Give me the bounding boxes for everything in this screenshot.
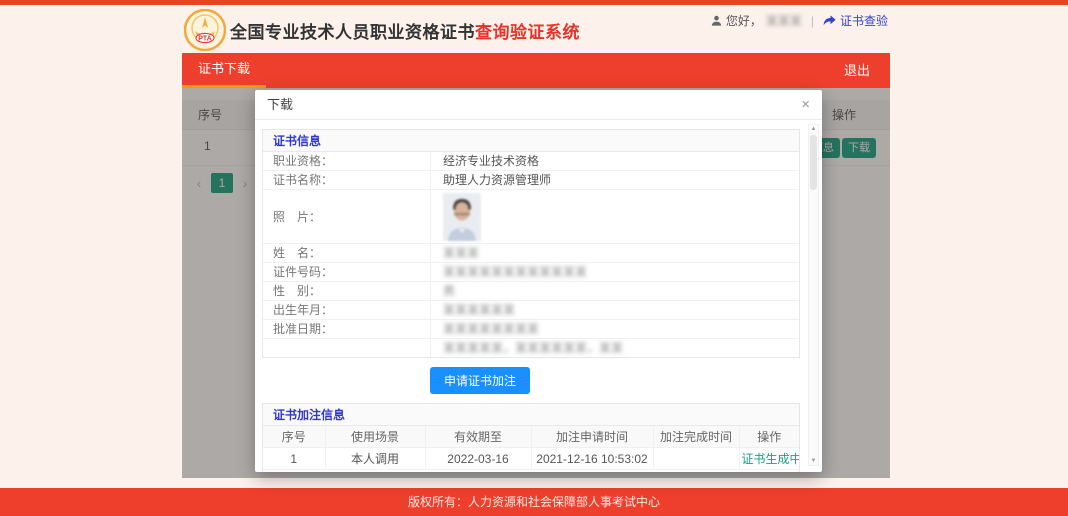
birth-label: 出生年月： <box>263 301 431 319</box>
certificate-info-box: 证书信息 职业资格： 经济专业技术资格 证书名称： 助理人力资源管理师 照 片： <box>262 129 800 358</box>
site-header: PTA 全国专业技术人员职业资格证书查询验证系统 您好， 某某某 | 证书查验 <box>182 5 890 53</box>
pta-logo: PTA <box>184 9 226 51</box>
close-icon[interactable]: × <box>801 90 810 120</box>
username-redacted: 某某某 <box>766 12 802 29</box>
gender-label: 性 别： <box>263 282 431 300</box>
anno-col-complete-time: 加注完成时间 <box>653 426 739 448</box>
name-label: 姓 名： <box>263 244 431 262</box>
info-row-id-number: 证件号码： 某某某某某某某某某某某某 <box>263 263 799 282</box>
qualification-label: 职业资格： <box>263 152 431 170</box>
greeting-text: 您好， <box>726 12 762 29</box>
approval-date-label: 批准日期： <box>263 320 431 338</box>
user-icon <box>711 15 722 26</box>
scrollbar-thumb[interactable] <box>810 135 817 190</box>
modal-pagination: ‹ 1 › 到第 页 确定 共 1 条 5条/页 ▼ <box>263 470 799 472</box>
annotation-info-box: 证书加注信息 序号 使用场景 有效期至 加注申请时间 加注完成时间 操作 1 本… <box>262 403 800 472</box>
site-title: 全国专业技术人员职业资格证书查询验证系统 <box>230 18 580 43</box>
qualification-value: 经济专业技术资格 <box>431 152 799 170</box>
header-links: 您好， 某某某 | 证书查验 <box>711 12 888 29</box>
anno-col-apply-time: 加注申请时间 <box>531 426 653 448</box>
scroll-up-icon[interactable]: ▲ <box>809 126 818 132</box>
modal-title: 下载 <box>267 97 293 112</box>
cert-name-label: 证书名称： <box>263 171 431 189</box>
anno-col-scene: 使用场景 <box>325 426 425 448</box>
logout-button[interactable]: 退出 <box>824 53 890 88</box>
certificate-verification-page: { "header": { "logo_text": "PTA", "title… <box>0 0 1068 516</box>
anno-col-seq: 序号 <box>263 426 325 448</box>
birth-value-redacted: 某某某某某某 <box>443 301 515 319</box>
copyright-text: 版权所有：人力资源和社会保障部人事考试中心 <box>408 495 660 509</box>
info-row-cert-name: 证书名称： 助理人力资源管理师 <box>263 171 799 190</box>
photo-label: 照 片： <box>263 190 431 243</box>
modal-header: 下载 × <box>255 90 822 120</box>
verify-certificate-link[interactable]: 证书查验 <box>840 12 888 29</box>
info-row-birth: 出生年月： 某某某某某某 <box>263 301 799 320</box>
anno-col-action: 操作 <box>739 426 799 448</box>
id-number-label: 证件号码： <box>263 263 431 281</box>
gender-value-redacted: 男 <box>443 282 455 300</box>
info-row-photo: 照 片： <box>263 190 799 244</box>
anno-cell-scene: 本人调用 <box>325 448 425 470</box>
cert-name-value: 助理人力资源管理师 <box>431 171 799 189</box>
info-row-gender: 性 别： 男 <box>263 282 799 301</box>
cert-generating-link[interactable]: 证书生成中.. <box>742 452 800 466</box>
modal-scrollbar[interactable]: ▲ ▼ <box>808 124 819 466</box>
id-number-value-redacted: 某某某某某某某某某某某某 <box>443 263 587 281</box>
anno-cell-complete-time <box>653 448 739 470</box>
apply-annotation-button[interactable]: 申请证书加注 <box>430 367 530 394</box>
certificate-info-section-title: 证书信息 <box>263 130 799 152</box>
scroll-down-icon[interactable]: ▼ <box>809 458 818 464</box>
anno-cell-valid-until: 2022-03-16 <box>425 448 531 470</box>
name-value-redacted: 某某某 <box>443 244 479 262</box>
annotation-header-row: 序号 使用场景 有效期至 加注申请时间 加注完成时间 操作 <box>263 426 799 448</box>
photo-value <box>431 190 799 243</box>
id-photo <box>443 193 481 241</box>
anno-col-valid-until: 有效期至 <box>425 426 531 448</box>
annotation-data-row: 1 本人调用 2022-03-16 2021-12-16 10:53:02 证书… <box>263 448 799 470</box>
info-row-name: 姓 名： 某某某 <box>263 244 799 263</box>
download-modal: 下载 × 证书信息 职业资格： 经济专业技术资格 证书名称： 助理人力资源管理师… <box>255 90 822 472</box>
extra-value-redacted: 某某某某某，某某某某某某，某某 <box>443 339 623 357</box>
main-navbar: 证书下载 退出 <box>182 53 890 88</box>
anno-cell-seq: 1 <box>263 448 325 470</box>
logo-text: PTA <box>198 36 211 43</box>
info-row-qualification: 职业资格： 经济专业技术资格 <box>263 152 799 171</box>
site-title-main: 全国专业技术人员职业资格证书 <box>230 23 475 42</box>
extra-label <box>263 339 431 357</box>
anno-cell-apply-time: 2021-12-16 10:53:02 <box>531 448 653 470</box>
approval-date-value-redacted: 某某某某某某某某 <box>443 320 539 338</box>
nav-item-certificate-download[interactable]: 证书下载 <box>182 53 266 88</box>
site-title-accent: 查询验证系统 <box>475 23 580 42</box>
share-arrow-icon <box>823 15 836 26</box>
info-row-extra: 某某某某某，某某某某某某，某某 <box>263 339 799 357</box>
page-footer: 版权所有：人力资源和社会保障部人事考试中心 <box>0 488 1068 516</box>
annotation-table: 序号 使用场景 有效期至 加注申请时间 加注完成时间 操作 1 本人调用 202… <box>263 426 799 470</box>
modal-body: 证书信息 职业资格： 经济专业技术资格 证书名称： 助理人力资源管理师 照 片： <box>255 121 806 472</box>
info-row-approval-date: 批准日期： 某某某某某某某某 <box>263 320 799 339</box>
header-separator: | <box>811 14 814 28</box>
annotation-section-title: 证书加注信息 <box>263 404 799 426</box>
